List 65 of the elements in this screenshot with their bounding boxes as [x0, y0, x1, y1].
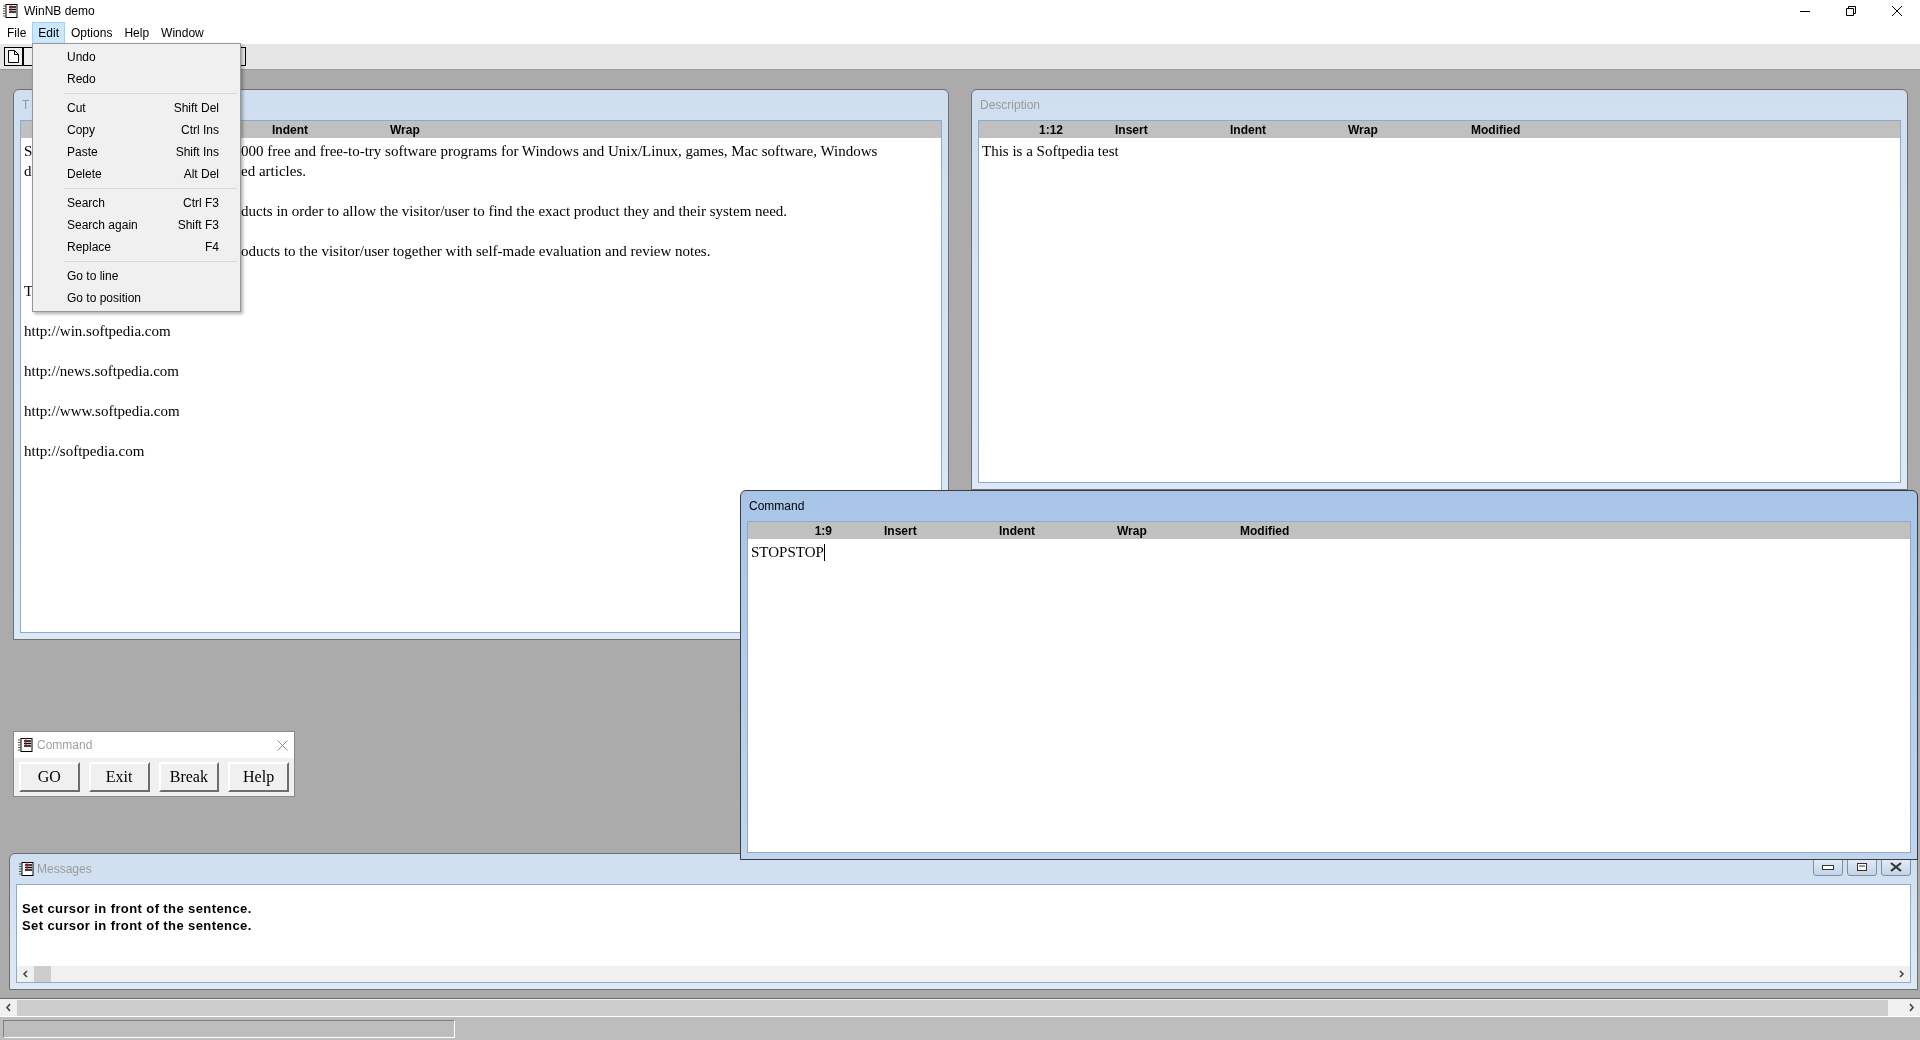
window-title: Messages	[37, 861, 92, 878]
text-line: ducts in order to allow the visitor/user to find the exact product they and their system need.	[241, 202, 788, 221]
text-line: http://www.softpedia.com	[24, 403, 180, 419]
notebook-icon	[17, 737, 33, 753]
horizontal-scrollbar[interactable]	[17, 966, 1910, 982]
maximize-icon	[1857, 863, 1867, 871]
close-icon	[1892, 6, 1902, 16]
indent-indicator: Indent	[999, 523, 1035, 538]
menu-item[interactable]: Paste Shift Ins	[33, 141, 240, 163]
indent-indicator: Indent	[272, 122, 308, 137]
window-title: Command	[749, 498, 805, 515]
cursor-position-indicator: 1:12	[1038, 122, 1063, 137]
text-line: This is a Softpedia test	[982, 142, 1120, 161]
window-title: T	[22, 97, 30, 114]
insert-mode-indicator: Insert	[1115, 122, 1148, 137]
modified-indicator: Modified	[1240, 523, 1290, 538]
insert-mode-indicator: Insert	[884, 523, 917, 538]
menu-item[interactable]: Redo	[33, 68, 240, 90]
command-button[interactable]: Help	[228, 762, 289, 792]
text-line: http://win.softpedia.com	[24, 323, 171, 339]
close-icon[interactable]	[277, 739, 288, 751]
menu-item[interactable]: Search Ctrl F3	[33, 192, 240, 214]
command-button[interactable]: GO	[19, 762, 80, 792]
app-title: WinNB demo	[24, 3, 95, 20]
message-line: Set cursor in front of the sentence.	[22, 900, 253, 917]
menu-item[interactable]: Replace F4	[33, 236, 240, 258]
menu-item[interactable]: Search again Shift F3	[33, 214, 240, 236]
command-button[interactable]: Exit	[88, 762, 150, 792]
wrap-indicator: Wrap	[390, 122, 420, 137]
text-cursor	[823, 543, 825, 561]
new-document-icon	[8, 50, 19, 63]
message-line: Set cursor in front of the sentence.	[22, 917, 253, 934]
window-title: Description	[980, 97, 1041, 114]
menu-item[interactable]: Undo	[33, 46, 240, 68]
menu-item[interactable]: Copy Ctrl Ins	[33, 119, 240, 141]
toolbar-button[interactable]	[4, 47, 23, 66]
text-line: d	[24, 163, 32, 179]
modified-indicator: Modified	[1471, 122, 1521, 137]
menu-bar-item[interactable]: Window	[155, 22, 210, 44]
menu-item[interactable]: Go to position	[33, 287, 240, 309]
cursor-position-indicator: 1:9	[814, 523, 832, 538]
text-line: STOPSTOP	[751, 543, 824, 562]
indent-indicator: Indent	[1230, 122, 1266, 137]
window-title: Command	[37, 737, 93, 754]
wrap-indicator: Wrap	[1348, 122, 1378, 137]
wrap-indicator: Wrap	[1117, 523, 1147, 538]
menu-bar-item[interactable]: Edit	[32, 22, 66, 44]
scrollbar-thumb[interactable]	[34, 966, 51, 982]
text-line: http://news.softpedia.com	[24, 363, 179, 379]
menu-item[interactable]: Cut Shift Del	[33, 97, 240, 119]
text-line: S	[24, 143, 33, 159]
command-button[interactable]: Break	[158, 762, 220, 792]
restore-icon	[1846, 6, 1856, 16]
text-line: ed articles.	[241, 162, 306, 181]
notebook-icon	[18, 861, 34, 877]
text-line: http://softpedia.com	[24, 443, 145, 459]
text-line: 000 free and free-to-try software programs for Windows and Unix/Linux, games, Mac software, Windows	[241, 142, 878, 161]
minimize-icon	[1822, 864, 1834, 870]
menu-bar-item[interactable]: Options	[65, 22, 119, 44]
close-icon	[1890, 862, 1902, 872]
menu-item[interactable]: Delete Alt Del	[33, 163, 240, 185]
text-line: oducts to the visitor/user together with self-made evaluation and review notes.	[241, 242, 711, 261]
menu-bar-item[interactable]: Help	[118, 22, 156, 44]
menu-bar-item[interactable]: File	[1, 22, 33, 44]
menu-item[interactable]: Go to line	[33, 265, 240, 287]
